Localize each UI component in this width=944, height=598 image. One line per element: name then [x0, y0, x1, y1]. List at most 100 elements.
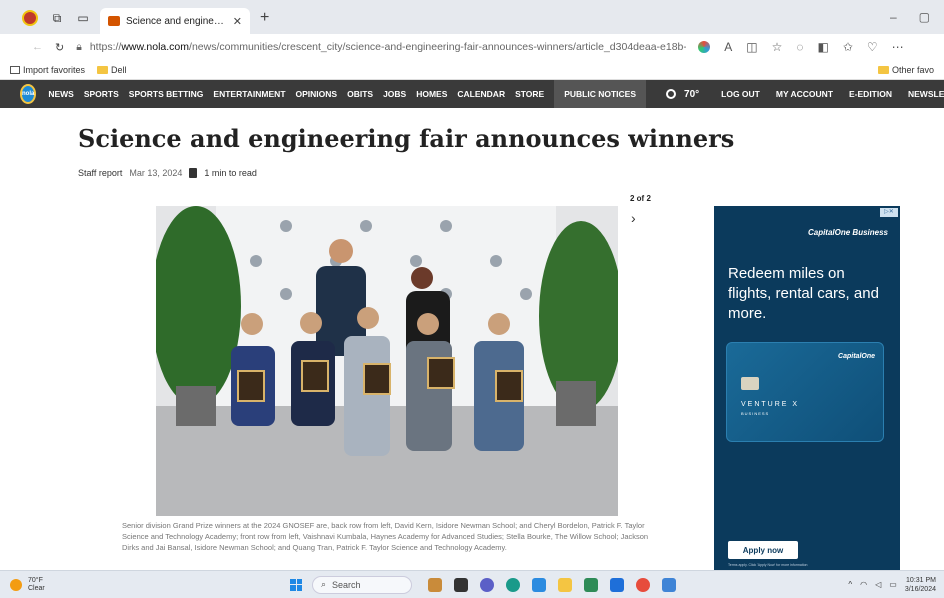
- import-icon: [10, 65, 20, 74]
- nav-weather[interactable]: 70°: [666, 89, 699, 100]
- site-favicon-icon: [108, 16, 120, 26]
- nav-opinions[interactable]: OPINIONS: [296, 89, 338, 99]
- credit-card-image: CapitalOne VENTURE X BUSINESS: [726, 342, 884, 442]
- extension-icon[interactable]: [698, 41, 711, 53]
- mail-app-icon[interactable]: [532, 577, 546, 592]
- collections-icon[interactable]: ◧: [817, 40, 828, 54]
- copilot-icon[interactable]: ◌: [796, 40, 803, 54]
- url-field[interactable]: 🔒︎ https://www.nola.com/news/communities…: [76, 41, 686, 54]
- photo-illustration: [156, 206, 618, 516]
- maximize-icon[interactable]: ▢: [919, 10, 930, 24]
- nav-sports-betting[interactable]: SPORTS BETTING: [129, 89, 204, 99]
- nav-news[interactable]: NEWS: [48, 89, 74, 99]
- nav-newsletters[interactable]: NEWSLETTERS: [908, 89, 944, 99]
- read-time-icon: [189, 168, 198, 178]
- publish-date: Mar 13, 2024: [129, 168, 183, 178]
- nav-homes[interactable]: HOMES: [416, 89, 447, 99]
- system-tray: ^ ◠ ◁ ▭ 10:31 PM 3/16/2024: [848, 576, 944, 594]
- headline: Science and engineering fair announces w…: [78, 124, 735, 153]
- read-aloud-icon[interactable]: A: [724, 40, 732, 54]
- article-photo[interactable]: [156, 206, 618, 516]
- ad-headline: Redeem miles on flights, rental cars, an…: [728, 265, 879, 322]
- workspaces-icon[interactable]: ⧉: [50, 11, 64, 25]
- folder-icon: [97, 65, 109, 74]
- chrome-app-icon[interactable]: [636, 577, 650, 592]
- profile-icon[interactable]: [22, 10, 38, 26]
- nav-log-out[interactable]: LOG OUT: [721, 89, 760, 99]
- nola-logo[interactable]: nola: [20, 84, 37, 104]
- nav-calendar[interactable]: CALENDAR: [457, 89, 505, 99]
- battery-icon[interactable]: ▭: [889, 580, 897, 589]
- taskbar-search[interactable]: ⌕ Search: [312, 575, 412, 594]
- url-path: /news/communities/crescent_city/science-…: [189, 41, 687, 53]
- store-app-icon[interactable]: [584, 577, 598, 592]
- browser-window: ⧉ ▭ Science and engineering fair ann ✕ +…: [0, 0, 944, 598]
- favorite-other[interactable]: Other favo: [877, 65, 934, 75]
- back-icon[interactable]: ←: [32, 41, 43, 53]
- url-domain: www.nola.com: [121, 41, 190, 53]
- wifi-icon[interactable]: ◠: [860, 580, 867, 589]
- url-prefix: https://: [89, 41, 122, 53]
- moon-icon: [666, 89, 677, 99]
- browser-tab[interactable]: Science and engineering fair ann ✕: [100, 8, 250, 34]
- search-icon: ⌕: [321, 579, 327, 589]
- site-nav: nola NEWS SPORTS SPORTS BETTING ENTERTAI…: [0, 80, 944, 108]
- gallery-count: 2 of 2: [630, 194, 651, 203]
- outlook-app-icon[interactable]: [610, 577, 624, 592]
- byline: Staff report Mar 13, 2024 1 min to read: [78, 168, 257, 178]
- card-sub: BUSINESS: [741, 411, 770, 416]
- widgets-app-icon[interactable]: [428, 577, 442, 592]
- new-tab-icon[interactable]: +: [250, 9, 279, 34]
- task-view-icon[interactable]: [454, 577, 468, 592]
- ad-fine-print: Terms apply. Click 'Apply Now' for more …: [728, 563, 808, 567]
- favorites-icon[interactable]: ✩: [843, 40, 853, 54]
- title-bar: ⧉ ▭ Science and engineering fair ann ✕ +…: [0, 0, 944, 34]
- nav-jobs[interactable]: JOBS: [383, 89, 406, 99]
- start-icon[interactable]: [290, 578, 302, 591]
- nav-store[interactable]: STORE: [515, 89, 544, 99]
- favorite-dell[interactable]: Dell: [97, 65, 127, 75]
- chat-app-icon[interactable]: [480, 577, 494, 592]
- minimize-icon[interactable]: –: [890, 10, 897, 24]
- photos-app-icon[interactable]: [662, 577, 676, 592]
- nav-sports[interactable]: SPORTS: [84, 89, 119, 99]
- folder-icon: [877, 65, 889, 74]
- refresh-icon[interactable]: ↻: [55, 41, 64, 54]
- volume-icon[interactable]: ◁: [875, 580, 881, 589]
- taskbar: 70°F Clear ⌕ Search ^ ◠ ◁ ▭ 10:31 PM 3/16/2…: [0, 570, 944, 598]
- capital-one-ad[interactable]: ▷✕ CapitalOne Business Redeem miles on f…: [714, 206, 900, 573]
- favorites-bar: Import favorites Dell Other favo: [0, 60, 944, 80]
- nav-my-account[interactable]: MY ACCOUNT: [776, 89, 833, 99]
- tab-actions-icon[interactable]: ▭: [76, 11, 90, 25]
- favorite-import[interactable]: Import favorites: [10, 65, 85, 75]
- nav-obits[interactable]: OBITS: [347, 89, 373, 99]
- gallery-next-icon[interactable]: ›: [631, 210, 636, 226]
- file-explorer-icon[interactable]: [558, 577, 572, 592]
- edge-app-icon[interactable]: [506, 577, 520, 592]
- nav-e-edition[interactable]: E-EDITION: [849, 89, 892, 99]
- ad-brand: CapitalOne Business: [807, 228, 888, 237]
- article: Science and engineering fair announces w…: [0, 108, 944, 573]
- weather-icon: [10, 578, 22, 591]
- card-chip-icon: [741, 377, 759, 390]
- tray-chevron-icon[interactable]: ^: [848, 580, 852, 589]
- apply-now-button[interactable]: Apply now: [728, 541, 798, 559]
- photo-caption: Senior division Grand Prize winners at t…: [122, 521, 649, 552]
- clock[interactable]: 10:31 PM 3/16/2024: [905, 576, 936, 594]
- close-tab-icon[interactable]: ✕: [233, 15, 242, 28]
- nav-entertainment[interactable]: ENTERTAINMENT: [213, 89, 285, 99]
- weather-temp: 70°F: [28, 576, 43, 584]
- split-screen-icon[interactable]: ◫: [746, 40, 757, 54]
- settings-more-icon[interactable]: ⋯: [892, 40, 904, 54]
- lock-icon: 🔒︎: [76, 40, 82, 53]
- favorite-star-icon[interactable]: ☆: [772, 40, 783, 54]
- ad-choices-icon[interactable]: ▷✕: [880, 208, 898, 217]
- browser-essentials-icon[interactable]: ♡: [867, 40, 878, 54]
- weather-cond: Clear: [28, 584, 45, 592]
- card-name: VENTURE X: [741, 401, 800, 408]
- tab-title: Science and engineering fair ann: [126, 15, 227, 27]
- read-time: 1 min to read: [204, 168, 257, 178]
- nav-public-notices[interactable]: PUBLIC NOTICES: [554, 80, 647, 108]
- author[interactable]: Staff report: [78, 168, 122, 178]
- taskbar-weather[interactable]: 70°F Clear: [0, 577, 290, 593]
